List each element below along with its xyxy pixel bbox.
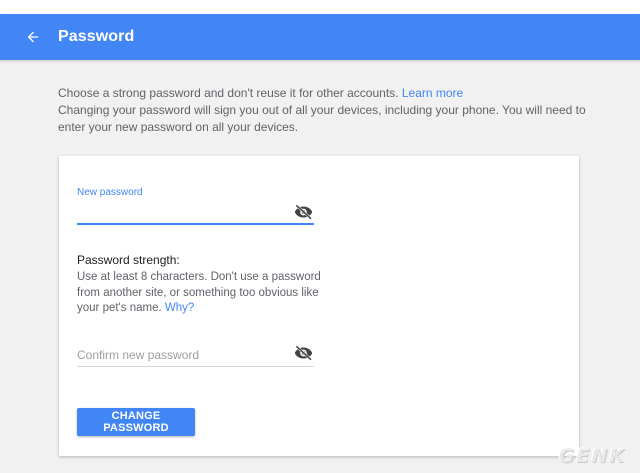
why-link[interactable]: Why? — [165, 302, 194, 314]
new-password-input[interactable] — [77, 203, 287, 223]
back-button[interactable] — [22, 26, 44, 48]
confirm-password-underline — [77, 366, 314, 367]
new-password-field: New password — [77, 187, 314, 227]
new-password-label: New password — [77, 187, 143, 198]
page-title: Password — [58, 28, 135, 45]
arrow-back-icon — [27, 31, 39, 43]
new-password-visibility-toggle[interactable] — [293, 204, 313, 220]
confirm-password-input[interactable] — [77, 346, 287, 364]
intro-line-1-text: Choose a strong password and don't reuse… — [58, 86, 399, 100]
learn-more-link[interactable]: Learn more — [402, 86, 463, 100]
intro-line-1: Choose a strong password and don't reuse… — [58, 85, 588, 102]
change-password-button[interactable]: CHANGE PASSWORD — [77, 408, 195, 436]
intro-line-2: Changing your password will sign you out… — [58, 103, 586, 134]
visibility-off-icon — [294, 345, 312, 361]
confirm-password-visibility-toggle[interactable] — [293, 345, 313, 361]
visibility-off-icon — [294, 204, 312, 220]
top-strip — [0, 0, 640, 14]
password-card: New password Password strength: Use at l… — [59, 156, 579, 456]
intro-text: Choose a strong password and don't reuse… — [58, 85, 588, 136]
strength-text: Use at least 8 characters. Don't use a p… — [77, 271, 321, 314]
watermark-logo: GENK — [558, 445, 626, 467]
app-bar: Password — [0, 14, 640, 60]
strength-title: Password strength: — [77, 253, 180, 267]
confirm-password-field — [77, 342, 314, 368]
strength-description: Use at least 8 characters. Don't use a p… — [77, 270, 327, 317]
new-password-underline — [77, 223, 314, 225]
